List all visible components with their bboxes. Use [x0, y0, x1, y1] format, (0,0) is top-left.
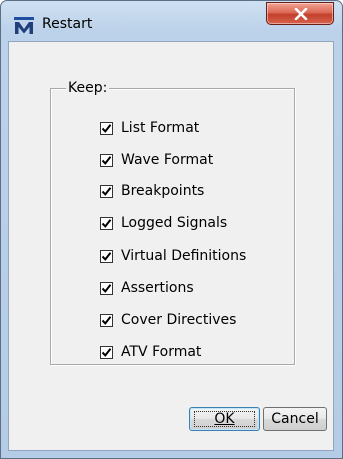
ok-button[interactable]: OK — [189, 407, 260, 431]
title-bar[interactable]: Restart — [1, 1, 342, 41]
checkmark-icon — [101, 283, 112, 293]
virtual-definitions-checkbox[interactable] — [100, 249, 113, 263]
option-assertions[interactable]: Assertions — [100, 278, 194, 298]
checkmark-icon — [101, 347, 112, 357]
list-format-checkbox[interactable] — [100, 121, 113, 135]
keep-group-label: Keep: — [66, 80, 110, 97]
close-x-icon — [294, 8, 308, 20]
assertions-label: Assertions — [121, 280, 194, 296]
virtual-definitions-label: Virtual Definitions — [121, 248, 247, 264]
logged-signals-label: Logged Signals — [121, 215, 228, 231]
option-logged-signals[interactable]: Logged Signals — [100, 213, 227, 233]
close-button[interactable] — [266, 2, 334, 25]
option-breakpoints[interactable]: Breakpoints — [100, 181, 204, 201]
breakpoints-label: Breakpoints — [121, 183, 205, 199]
checkmark-icon — [101, 251, 112, 261]
option-atv-format[interactable]: ATV Format — [100, 342, 201, 362]
dialog-body: Keep: List Format Wave Format Breakpoint… — [8, 41, 334, 451]
cover-directives-checkbox[interactable] — [100, 313, 113, 327]
wave-format-label: Wave Format — [121, 152, 214, 168]
logged-signals-checkbox[interactable] — [100, 216, 113, 230]
assertions-checkbox[interactable] — [100, 281, 113, 295]
cover-directives-label: Cover Directives — [121, 312, 237, 328]
checkmark-icon — [101, 218, 112, 228]
option-list-format[interactable]: List Format — [100, 118, 199, 138]
ok-button-label: OK — [214, 411, 235, 427]
checkmark-icon — [101, 315, 112, 325]
option-cover-directives[interactable]: Cover Directives — [100, 310, 236, 330]
modelsim-m-icon — [14, 17, 34, 34]
option-virtual-definitions[interactable]: Virtual Definitions — [100, 246, 246, 266]
option-wave-format[interactable]: Wave Format — [100, 150, 213, 170]
checkmark-icon — [101, 155, 112, 165]
atv-format-checkbox[interactable] — [100, 345, 113, 359]
breakpoints-checkbox[interactable] — [100, 184, 113, 198]
atv-format-label: ATV Format — [121, 344, 202, 360]
checkmark-icon — [101, 186, 112, 196]
restart-dialog-window: Restart Keep: List Format Wave Format Br… — [0, 0, 343, 459]
window-title: Restart — [42, 16, 93, 32]
wave-format-checkbox[interactable] — [100, 153, 113, 167]
cancel-button[interactable]: Cancel — [263, 407, 327, 431]
list-format-label: List Format — [121, 120, 200, 136]
checkmark-icon — [101, 123, 112, 133]
